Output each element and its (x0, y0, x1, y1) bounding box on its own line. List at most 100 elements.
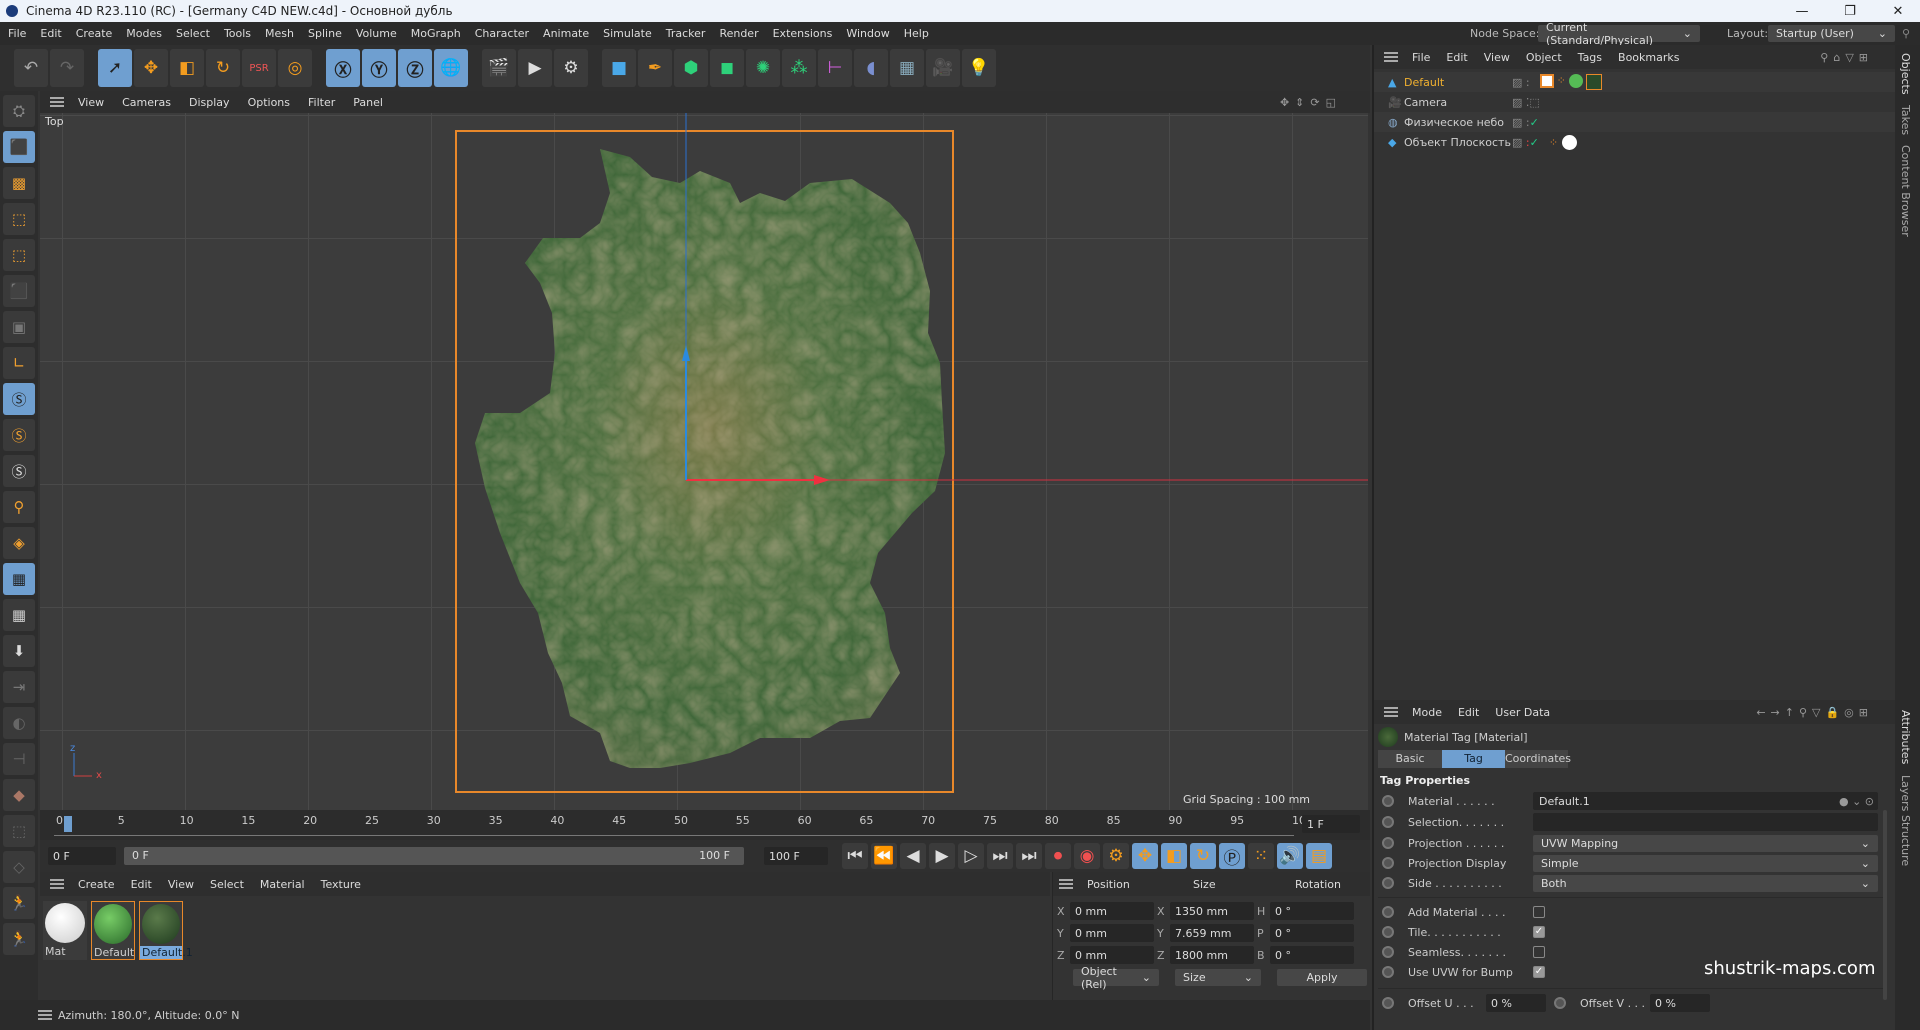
menu-help[interactable]: Help (904, 27, 929, 40)
points-mode-icon[interactable]: ⬚ (3, 203, 35, 235)
coordinate-field[interactable]: 1800 mm (1170, 946, 1254, 964)
viewport-menu-panel[interactable]: Panel (353, 96, 383, 109)
checkbox[interactable]: ✓ (1533, 966, 1545, 978)
coordinate-field[interactable]: 1350 mm (1170, 902, 1254, 920)
rotate-tool-icon[interactable]: ↻ (206, 49, 240, 87)
material-menu-material[interactable]: Material (260, 878, 305, 891)
animate-radio[interactable] (1554, 997, 1566, 1009)
tab-coordinates[interactable]: Coordinates (1505, 750, 1571, 768)
next-frame-icon[interactable]: ▷ (958, 843, 984, 869)
record-position-icon[interactable]: ✥ (1132, 843, 1158, 869)
phong-tag-icon[interactable]: ⁘ (1557, 74, 1566, 90)
coordinate-field[interactable]: 7.659 mm (1170, 924, 1254, 942)
animate-radio[interactable] (1382, 997, 1394, 1009)
hamburger-icon[interactable] (50, 879, 64, 889)
coordinate-field[interactable]: 0 mm (1070, 902, 1154, 920)
viewport-navigation-icons[interactable]: ✥⇕⟳◱ (1280, 96, 1342, 109)
visibility-icon[interactable]: ▨ : (1512, 76, 1530, 89)
menu-simulate[interactable]: Simulate (603, 27, 652, 40)
axis-mode-icon[interactable]: ∟ (3, 347, 35, 379)
checkbox[interactable]: ✓ (1533, 926, 1545, 938)
side-tab-objects[interactable]: Objects (1899, 53, 1912, 95)
close-button[interactable]: ✕ (1876, 0, 1920, 22)
menu-render[interactable]: Render (719, 27, 758, 40)
x-axis-lock-icon[interactable]: Ⓧ (326, 49, 360, 87)
pick-icon[interactable]: ● ⌄ ⊙ (1839, 795, 1878, 808)
render-picture-viewer-icon[interactable]: ▶ (518, 49, 552, 87)
material-link-field[interactable]: Default.1 ● ⌄ ⊙ (1533, 792, 1878, 810)
enabled-check-icon[interactable]: ✓ (1530, 116, 1539, 129)
texture-tag-icon[interactable] (1539, 74, 1554, 88)
viewport-menu-view[interactable]: View (78, 96, 104, 109)
record-scale-icon[interactable]: ◧ (1161, 843, 1187, 869)
box-icon[interactable]: ⬚ (3, 815, 35, 847)
go-to-end-icon[interactable]: ⏭ (1016, 843, 1042, 869)
extrude-icon[interactable]: ◼ (710, 49, 744, 87)
objects-menu-tags[interactable]: Tags (1578, 51, 1602, 64)
frame-range-slider[interactable]: 0 F 100 F (124, 847, 744, 865)
attributes-menu-user-data[interactable]: User Data (1495, 706, 1550, 719)
side-tab-takes[interactable]: Takes (1899, 105, 1912, 135)
projection-display-dropdown[interactable]: Simple ⌄ (1533, 854, 1878, 872)
coordinate-field[interactable]: 0 ° (1270, 902, 1354, 920)
material-menu-view[interactable]: View (168, 878, 194, 891)
camera-icon[interactable]: 🎥 (926, 49, 960, 87)
animate-radio[interactable] (1382, 946, 1394, 958)
minimize-button[interactable]: — (1780, 0, 1824, 22)
record-rotation-icon[interactable]: ↻ (1190, 843, 1216, 869)
animate-radio[interactable] (1382, 877, 1394, 889)
align-icon[interactable]: ⇥ (3, 671, 35, 703)
workplane-icon[interactable]: ◈ (3, 527, 35, 559)
playhead[interactable] (64, 816, 72, 832)
material-tag-icon[interactable] (1562, 134, 1578, 150)
live-select-icon[interactable]: ◎ (278, 49, 312, 87)
coordinate-field[interactable]: 0 mm (1070, 946, 1154, 964)
object-row[interactable]: ▲ Default ▨ : ⁘ (1374, 72, 1895, 92)
model-mode-icon[interactable]: ⬛ (3, 131, 35, 163)
material-tag-icon[interactable] (1568, 74, 1583, 88)
start-frame-field[interactable]: 0 F (48, 847, 116, 865)
sound-icon[interactable]: 🔊 (1277, 843, 1303, 869)
search-icon[interactable]: ⚲ (1902, 27, 1910, 40)
phong-tag-icon[interactable]: ⁘ (1549, 136, 1558, 149)
animate-radio[interactable] (1382, 816, 1394, 828)
grid-icon[interactable]: ▦ (3, 563, 35, 595)
plane-icon[interactable]: ◇ (3, 851, 35, 883)
timeline-ruler[interactable]: 0510152025303540455055606570758085909510… (40, 810, 1370, 840)
scale-tool-icon[interactable]: ◧ (170, 49, 204, 87)
attributes-scrollbar[interactable] (1883, 810, 1887, 1000)
coordinate-mode-dropdown[interactable]: Object (Rel) ⌄ (1073, 965, 1159, 991)
checkbox[interactable] (1533, 906, 1545, 918)
attribute-navigation-icons[interactable]: ←→↑⚲▽🔒◎⊞ (1756, 706, 1873, 719)
edges-mode-icon[interactable]: ⬚ (3, 239, 35, 271)
make-editable-icon[interactable]: ⛭ (3, 95, 35, 127)
end-frame-field[interactable]: 100 F (764, 847, 828, 865)
subdivision-icon[interactable]: ⬢ (674, 49, 708, 87)
undo-icon[interactable]: ↶ (14, 49, 48, 87)
offset-u-field[interactable]: 0 % (1486, 994, 1546, 1012)
character-in-icon[interactable]: 🏃 (3, 887, 35, 919)
current-frame-field[interactable]: 1 F (1302, 815, 1360, 833)
hamburger-icon[interactable] (1384, 707, 1398, 717)
floor-icon[interactable]: ▦ (890, 49, 924, 87)
locked-workplane-icon[interactable]: ▦ (3, 599, 35, 631)
menu-volume[interactable]: Volume (356, 27, 397, 40)
terrain-icon[interactable]: ◆ (3, 779, 35, 811)
field-icon[interactable]: ◖ (854, 49, 888, 87)
record-icon[interactable]: ⏺ (1045, 843, 1071, 869)
go-to-start-icon[interactable]: ⏮ (842, 843, 868, 869)
coordinate-field[interactable]: 0 ° (1270, 924, 1354, 942)
redo-icon[interactable]: ↷ (50, 49, 84, 87)
material-swatch[interactable]: Default (91, 901, 135, 960)
viewport-menu-options[interactable]: Options (248, 96, 290, 109)
attributes-menu-edit[interactable]: Edit (1458, 706, 1479, 719)
attributes-menu-mode[interactable]: Mode (1412, 706, 1442, 719)
previous-frame-icon[interactable]: ◀ (900, 843, 926, 869)
previous-key-icon[interactable]: ⏪ (871, 843, 897, 869)
projection-dropdown[interactable]: UVW Mapping ⌄ (1533, 834, 1878, 852)
psr-icon[interactable]: PSR (242, 49, 276, 87)
viewport-menu-display[interactable]: Display (189, 96, 230, 109)
mograph-icon[interactable]: ⁂ (782, 49, 816, 87)
material-swatch-selected[interactable]: Default.1 (139, 901, 193, 960)
side-tab-layers[interactable]: Layers (1899, 775, 1912, 811)
